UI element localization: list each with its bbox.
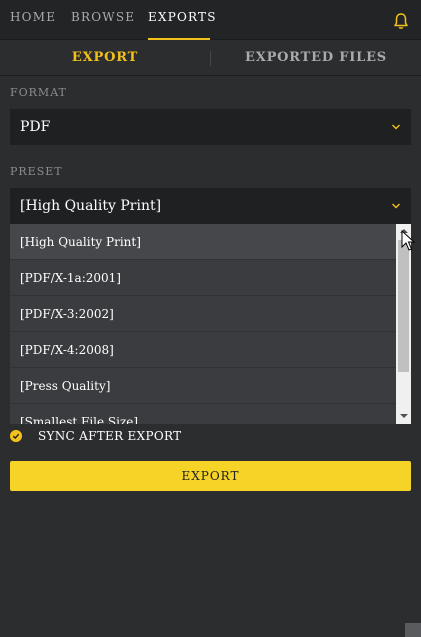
mouse-cursor-icon (401, 230, 415, 251)
nav-exports[interactable]: EXPORTS (148, 0, 215, 40)
chevron-down-icon (392, 203, 400, 209)
format-label: FORMAT (10, 86, 67, 99)
dropdown-option[interactable]: [High Quality Print] (10, 224, 396, 260)
dropdown-option[interactable]: [Smallest File Size] (10, 404, 396, 424)
format-select-value: PDF (20, 119, 51, 135)
dropdown-option[interactable]: [PDF/X-4:2008] (10, 332, 396, 368)
sync-after-export-label: SYNC AFTER EXPORT (38, 429, 182, 443)
export-button[interactable]: EXPORT (10, 461, 411, 491)
check-circle-icon[interactable] (10, 430, 22, 442)
preset-select-value: [High Quality Print] (20, 198, 162, 214)
sync-after-export-toggle[interactable]: SYNC AFTER EXPORT (10, 428, 310, 444)
top-nav: HOME BROWSE EXPORTS (0, 0, 421, 40)
tab-exported-files[interactable]: EXPORTED FILES (211, 40, 421, 75)
preset-label: PRESET (10, 165, 63, 178)
format-select[interactable]: PDF (10, 109, 411, 145)
export-tabs: EXPORT EXPORTED FILES (0, 40, 421, 76)
scrollbar-thumb[interactable] (398, 240, 409, 372)
preset-select[interactable]: [High Quality Print] (10, 188, 411, 224)
bell-icon[interactable] (393, 12, 409, 30)
nav-home[interactable]: HOME (10, 0, 56, 40)
dropdown-option[interactable]: [PDF/X-3:2002] (10, 296, 396, 332)
chevron-down-icon (392, 124, 400, 130)
dropdown-option[interactable]: [PDF/X-1a:2001] (10, 260, 396, 296)
dropdown-scrollbar[interactable] (396, 224, 411, 424)
tab-export[interactable]: EXPORT (0, 40, 210, 75)
nav-browse[interactable]: BROWSE (71, 0, 135, 40)
dropdown-option[interactable]: [Press Quality] (10, 368, 396, 404)
preset-dropdown-list: [High Quality Print] [PDF/X-1a:2001] [PD… (10, 224, 411, 424)
scroll-down-arrow-icon[interactable] (400, 414, 408, 418)
page-scrollbar[interactable] (405, 623, 421, 637)
